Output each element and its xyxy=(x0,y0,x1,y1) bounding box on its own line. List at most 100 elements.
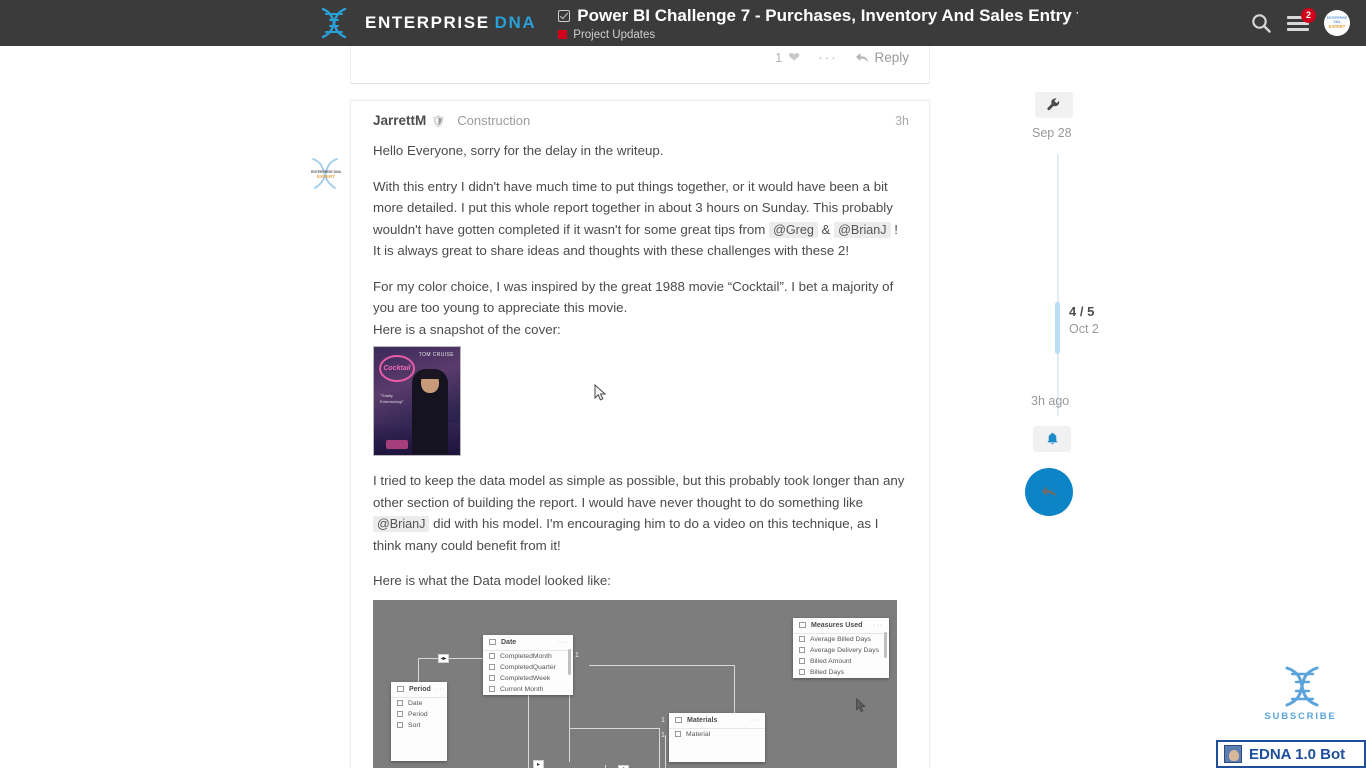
poster-title-text: Cocktail xyxy=(379,355,415,383)
brand-block[interactable]: ENTERPRISE DNA xyxy=(313,6,536,40)
avatar-brand-text: ENTERPRISE DNA xyxy=(1326,16,1348,25)
topic-category[interactable]: Project Updates xyxy=(558,29,1078,41)
timeline-position: 4 / 5 xyxy=(1069,304,1095,319)
expert-badge-label: ENTERPRISE DNA EXPERT xyxy=(311,170,341,180)
previous-post-footer: 1 ❤ ··· Reply xyxy=(350,46,930,84)
timeline-last-activity: 3h ago xyxy=(1031,394,1070,408)
table-icon xyxy=(397,686,404,693)
para2-text-b: & xyxy=(817,221,835,237)
post-paragraph-1: Hello Everyone, sorry for the delay in t… xyxy=(373,143,664,158)
mention-brianj-1[interactable]: @BrianJ xyxy=(834,221,891,238)
rel-line-right-down xyxy=(659,727,660,768)
reply-arrow-icon xyxy=(1041,486,1057,498)
dna-logo-icon xyxy=(321,7,347,39)
field-icon xyxy=(489,664,495,671)
model-field: Current Month xyxy=(483,684,573,695)
checkbox-icon xyxy=(558,9,571,22)
cardinality-1-f: 1 xyxy=(661,731,665,739)
notification-tracking-button[interactable] xyxy=(1033,426,1071,452)
topic-title: Power BI Challenge 7 - Purchases, Invent… xyxy=(577,5,1079,25)
model-table-materials[interactable]: Materials ··· Material xyxy=(669,712,765,762)
post-action-bar: 1 ❤ ··· Reply xyxy=(775,49,909,66)
reply-fab-button[interactable] xyxy=(1025,468,1073,516)
data-model-diagram-image[interactable]: ◂▸ ▸ ▪ ▪ ▪ 1 1 1 1 1 1 1 xyxy=(373,599,897,768)
wrench-icon xyxy=(1047,98,1060,111)
mention-brianj-2[interactable]: @BrianJ xyxy=(373,516,430,533)
model-field: Average Billed Days xyxy=(793,634,889,645)
more-actions-button[interactable]: ··· xyxy=(818,49,838,66)
brand-text: ENTERPRISE DNA xyxy=(365,13,536,33)
rel-line-date-to-materials-h xyxy=(589,664,734,666)
subscribe-widget[interactable]: SUBSCRIBE xyxy=(1253,665,1348,722)
table-scrollbar[interactable] xyxy=(884,631,887,658)
avatar-label: ENTERPRISE DNA EXPERT xyxy=(1324,16,1350,29)
mouse-cursor-icon xyxy=(594,384,607,401)
bell-icon xyxy=(1046,432,1058,445)
model-field-label: Sort xyxy=(408,721,421,729)
model-field: Billed Days xyxy=(793,667,889,678)
chat-bot-bar[interactable]: EDNA 1.0 Bot xyxy=(1216,740,1366,768)
timeline-track[interactable] xyxy=(1057,154,1059,416)
measure-icon xyxy=(799,636,805,643)
model-field-label: Billed Amount xyxy=(810,657,852,665)
header-actions: 2 ENTERPRISE DNA EXPERT xyxy=(1250,7,1358,36)
post-author[interactable]: JarrettM xyxy=(373,113,426,128)
table-menu-icon: ··· xyxy=(873,621,883,629)
notification-badge: 2 xyxy=(1301,7,1316,23)
poster-quote-text: "Totally Entertaining!" xyxy=(380,393,404,405)
model-table-period-header: Period ··· xyxy=(391,682,447,698)
post-timestamp[interactable]: 3h xyxy=(895,114,909,128)
topic-admin-button[interactable] xyxy=(1035,92,1073,118)
para4-text-a: I tried to keep the data model as simple… xyxy=(373,473,905,510)
para3-text-a: For my color choice, I was inspired by t… xyxy=(373,278,894,316)
post-card: JarrettM 🛡 Construction 3h Hello Everyon… xyxy=(350,100,930,768)
search-button[interactable] xyxy=(1250,12,1272,34)
like-count: 1 xyxy=(775,50,783,65)
timeline-current-date: Oct 2 xyxy=(1069,322,1099,336)
author-expert-badge: ENTERPRISE DNA EXPERT xyxy=(305,156,347,194)
model-table-date-name: Date xyxy=(501,638,517,646)
cardinality-1-b: 1 xyxy=(575,651,579,659)
mention-greg[interactable]: @Greg xyxy=(769,221,818,238)
model-field: Material xyxy=(669,729,765,740)
post-header: JarrettM 🛡 Construction 3h xyxy=(351,101,929,128)
model-table-date-header: Date ··· xyxy=(483,635,573,651)
table-menu-icon: ··· xyxy=(749,716,759,724)
model-table-materials-header: Materials ··· xyxy=(669,713,765,729)
timeline-start-date: Sep 28 xyxy=(1032,126,1072,140)
badge-level: EXPERT xyxy=(316,174,335,180)
table-scrollbar[interactable] xyxy=(568,648,571,675)
model-table-date[interactable]: Date ··· CompletedMonth CompletedQuarter… xyxy=(483,634,573,695)
measure-icon xyxy=(799,669,805,676)
topic-timeline: Sep 28 4 / 5 Oct 2 3h ago xyxy=(1025,92,1135,768)
field-icon xyxy=(675,731,681,738)
measure-icon xyxy=(799,658,805,665)
poster-actor-text: TOM CRUISE xyxy=(418,352,454,359)
table-icon xyxy=(675,717,682,724)
topic-header[interactable]: Power BI Challenge 7 - Purchases, Invent… xyxy=(558,6,1078,41)
avatar-sub-text: EXPERT xyxy=(1328,24,1346,30)
search-icon xyxy=(1252,14,1271,33)
brand-primary: ENTERPRISE xyxy=(365,13,490,32)
reply-arrow-icon xyxy=(856,52,869,62)
ellipsis-icon: ··· xyxy=(817,49,838,66)
model-table-materials-name: Materials xyxy=(687,716,718,724)
poster-hair-shape xyxy=(420,369,440,380)
post-body: Hello Everyone, sorry for the delay in t… xyxy=(351,128,929,768)
reply-button[interactable]: Reply xyxy=(855,50,909,65)
cocktail-movie-poster-image[interactable]: Cocktail TOM CRUISE "Totally Entertainin… xyxy=(373,346,461,457)
field-icon xyxy=(397,700,403,707)
post-paragraph-3: For my color choice, I was inspired by t… xyxy=(373,276,905,341)
model-table-period[interactable]: Period ··· Date Period Sort xyxy=(391,681,447,761)
model-field: Date xyxy=(391,698,447,709)
model-field: CompletedWeek xyxy=(483,673,573,684)
like-button[interactable]: 1 ❤ xyxy=(775,49,800,66)
menu-button[interactable]: 2 xyxy=(1287,7,1316,31)
shield-icon: 🛡 xyxy=(431,116,446,128)
timeline-scrubber-handle[interactable] xyxy=(1055,302,1060,354)
measure-icon xyxy=(799,647,805,654)
field-icon xyxy=(397,722,403,729)
model-table-measures-used[interactable]: Measures Used ··· Average Billed Days Av… xyxy=(793,617,889,678)
post-paragraph-5: Here is what the Data model looked like: xyxy=(373,573,611,589)
user-avatar[interactable]: ENTERPRISE DNA EXPERT xyxy=(1324,10,1350,36)
